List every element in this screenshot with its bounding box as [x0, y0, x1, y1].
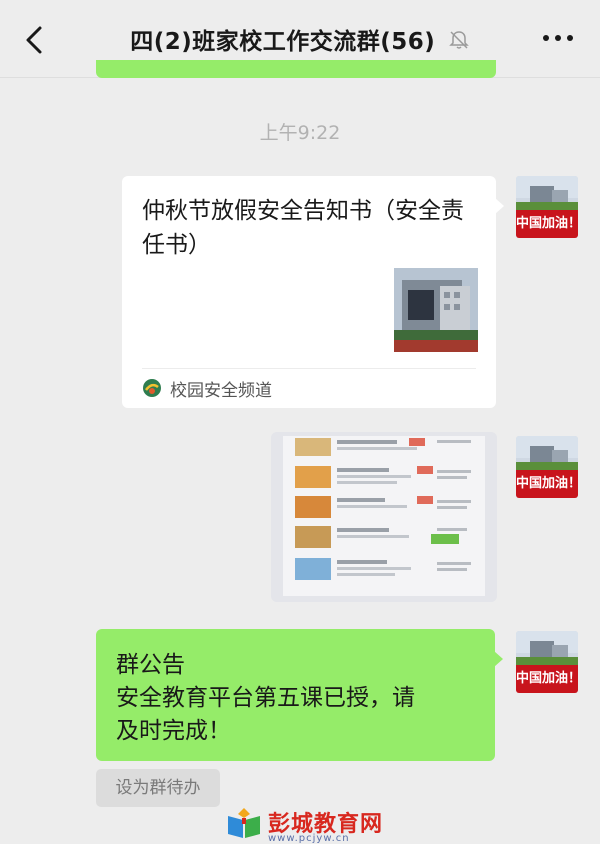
channel-logo-icon — [143, 379, 161, 397]
notice-text-line: 及时完成！ — [116, 718, 231, 744]
link-card-divider — [142, 368, 476, 369]
course-list-screenshot — [271, 432, 497, 602]
avatar[interactable]: 中国加油！ — [516, 436, 578, 498]
bubble-arrow — [494, 651, 503, 667]
avatar-caption: 中国加油！ — [516, 665, 578, 693]
avatar-caption: 中国加油！ — [516, 470, 578, 498]
bubble-arrow — [495, 198, 504, 214]
link-card-thumbnail — [394, 268, 478, 352]
group-notice-message[interactable]: 群公告 安全教育平台第五课已授，请 及时完成！ — [96, 629, 503, 761]
notice-label: 群公告 — [116, 652, 185, 678]
image-message[interactable] — [271, 432, 497, 602]
chat-title: 四(2)班家校工作交流群(56) — [130, 29, 436, 55]
message-timestamp: 上午9:22 — [259, 122, 341, 144]
watermark: 彭城教育网 www.pcjyw.cn — [0, 800, 600, 844]
bell-off-icon — [448, 31, 469, 49]
avatar-caption: 中国加油！ — [516, 210, 578, 238]
notice-text-line: 安全教育平台第五课已授，请 — [116, 685, 415, 711]
watermark-url: www.pcjyw.cn — [268, 833, 350, 844]
avatar[interactable]: 中国加油！ — [516, 176, 578, 238]
link-card-title: 仲秋节放假安全告知书（安全责任书） — [142, 198, 464, 258]
previous-message-bubble — [96, 60, 496, 78]
avatar[interactable]: 中国加油！ — [516, 631, 578, 693]
link-card-source: 校园安全频道 — [142, 375, 272, 401]
more-dots-icon[interactable] — [538, 26, 578, 50]
book-logo-icon — [228, 808, 260, 838]
link-card-message[interactable]: 仲秋节放假安全告知书（安全责任书） 校园安全频道 — [122, 176, 504, 408]
chat-title-wrap: 四(2)班家校工作交流群(56) — [0, 22, 600, 56]
link-card-source-name: 校园安全频道 — [170, 380, 272, 401]
